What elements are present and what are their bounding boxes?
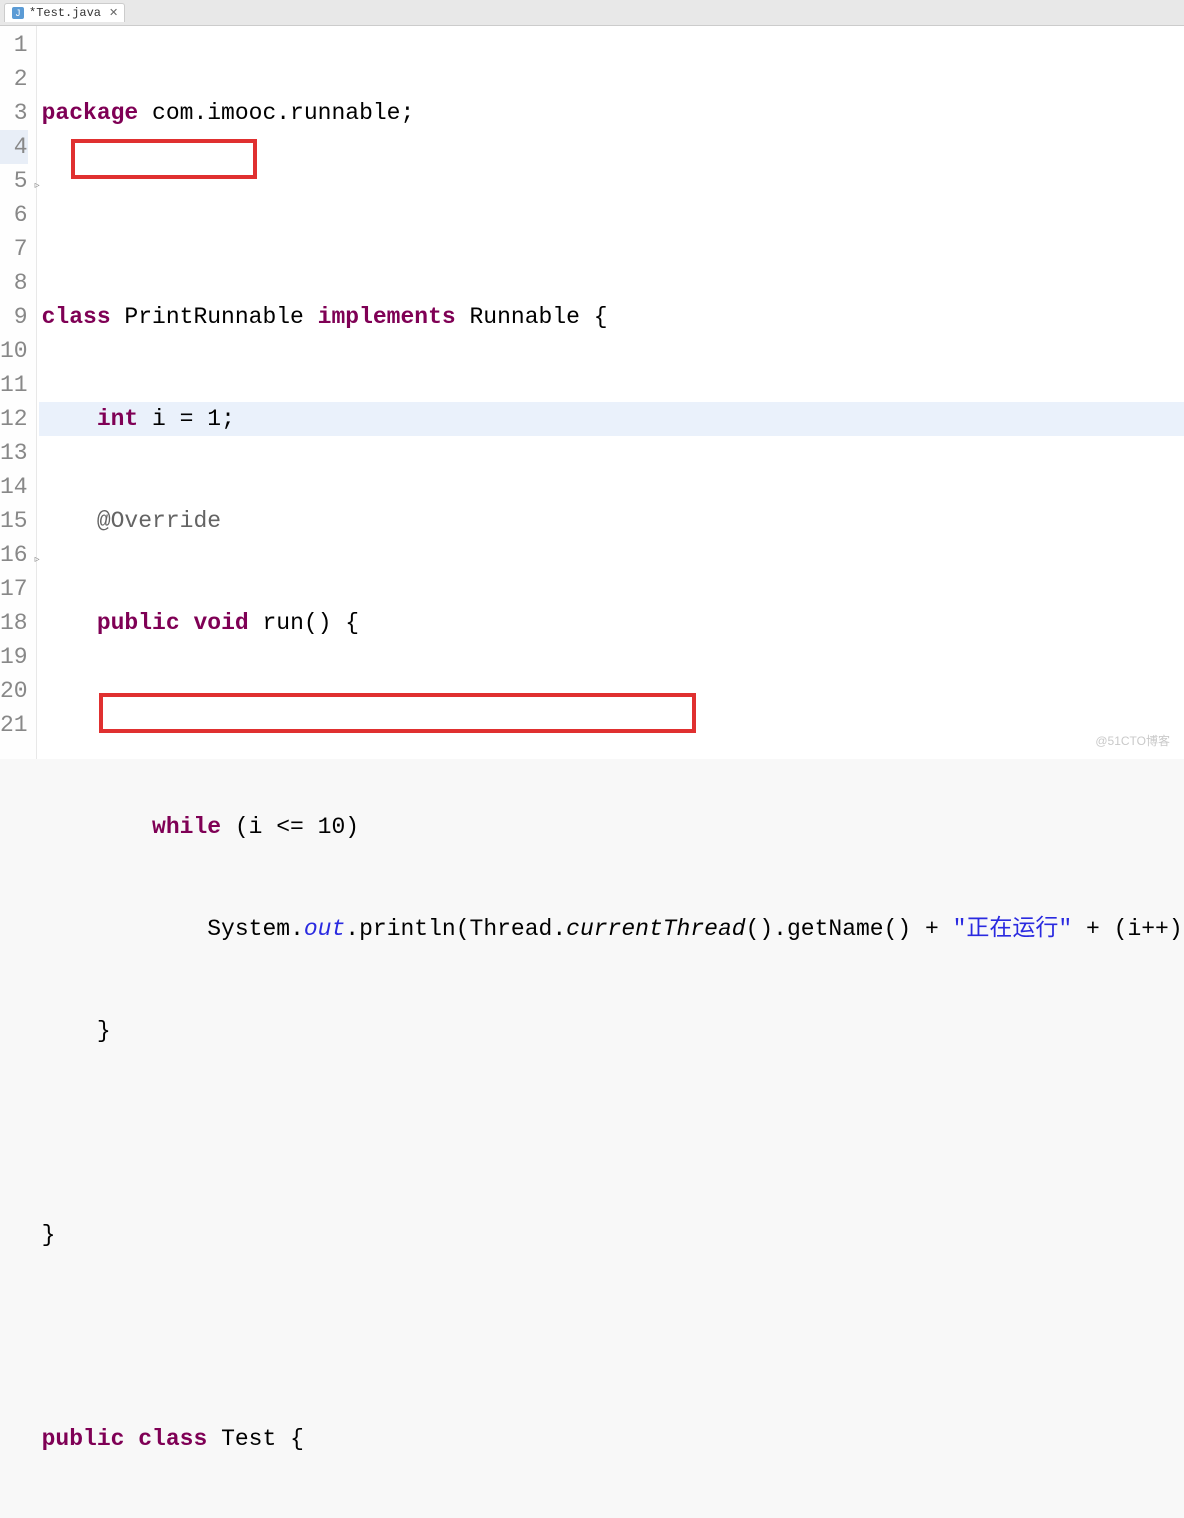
code-line xyxy=(39,198,1184,232)
code-line: @Override xyxy=(39,504,1184,538)
line-number: 7 xyxy=(0,232,28,266)
code-editor[interactable]: 1 2 3 4 5▹ 6 7 8 9 10 11 12 13 14 15 16▹… xyxy=(0,26,1184,759)
code-line: } xyxy=(39,1014,1184,1048)
code-line: public class Test { xyxy=(39,1422,1184,1456)
line-number: 13 xyxy=(0,436,28,470)
line-number: 11 xyxy=(0,368,28,402)
line-number: 4 xyxy=(0,130,28,164)
code-line: int i = 1; xyxy=(39,402,1184,436)
line-number: 5▹ xyxy=(0,164,28,198)
watermark: @51CTO博客 xyxy=(1095,732,1170,749)
editor-tab[interactable]: J *Test.java ✕ xyxy=(4,3,125,22)
line-number: 19 xyxy=(0,640,28,674)
java-file-icon: J xyxy=(11,6,25,20)
line-number-gutter: 1 2 3 4 5▹ 6 7 8 9 10 11 12 13 14 15 16▹… xyxy=(0,26,37,759)
code-line: public void run() { xyxy=(39,606,1184,640)
code-line xyxy=(39,1320,1184,1354)
code-line: while (i <= 10) xyxy=(39,810,1184,844)
svg-text:J: J xyxy=(16,8,21,18)
code-line: System.out.println(Thread.currentThread(… xyxy=(39,912,1184,946)
code-line xyxy=(39,1116,1184,1150)
line-number: 16▹ xyxy=(0,538,28,572)
line-number: 2 xyxy=(0,62,28,96)
line-number: 20 xyxy=(0,674,28,708)
line-number: 6 xyxy=(0,198,28,232)
line-number: 9 xyxy=(0,300,28,334)
line-number: 18 xyxy=(0,606,28,640)
code-area[interactable]: package com.imooc.runnable; class PrintR… xyxy=(37,26,1184,759)
tab-filename: *Test.java xyxy=(29,6,101,20)
tab-bar: J *Test.java ✕ xyxy=(0,0,1184,26)
line-number: 17 xyxy=(0,572,28,606)
code-line: } xyxy=(39,1218,1184,1252)
line-number: 1 xyxy=(0,28,28,62)
code-line: class PrintRunnable implements Runnable … xyxy=(39,300,1184,334)
line-number: 3 xyxy=(0,96,28,130)
line-number: 15 xyxy=(0,504,28,538)
line-number: 14 xyxy=(0,470,28,504)
close-icon[interactable]: ✕ xyxy=(109,6,118,20)
line-number: 21 xyxy=(0,708,28,742)
line-number: 8 xyxy=(0,266,28,300)
line-number: 10 xyxy=(0,334,28,368)
code-line: package com.imooc.runnable; xyxy=(39,96,1184,130)
line-number: 12 xyxy=(0,402,28,436)
code-line xyxy=(39,708,1184,742)
